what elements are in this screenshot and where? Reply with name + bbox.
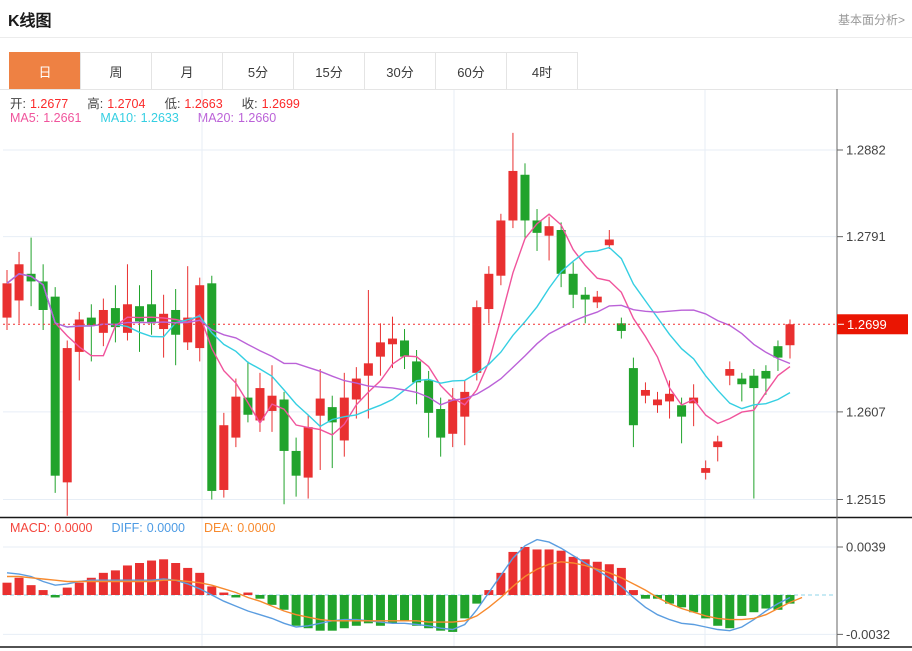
macd-bar [2,582,12,595]
candlestick-chart-area[interactable] [3,130,836,515]
macd-bar [50,595,60,598]
macd-bar [315,595,325,631]
macd-bar [556,550,566,595]
macd-bar [424,595,434,629]
axis-tick-label: 0.0039 [846,540,886,555]
macd-bar [255,595,265,599]
macd-bar [532,549,542,595]
macd-bar [26,585,36,595]
macd-bar [38,590,48,595]
macd-bar [592,561,602,595]
macd-bar [14,577,24,595]
macd-bar [363,595,373,624]
macd-bar [231,595,241,598]
macd-bar [291,595,301,626]
macd-bar [520,547,530,595]
axis-tick-label: 1.2791 [846,229,886,244]
macd-bar [448,595,458,632]
axis-tick-label: 1.2515 [846,492,886,507]
macd-bar [219,592,229,595]
axis-tick-label: -0.0032 [846,627,890,642]
macd-bar [387,595,397,624]
macd-bar [327,595,337,631]
macd-bar [713,595,723,626]
current-price-tag-label: 1.2699 [847,317,887,332]
macd-bar [339,595,349,629]
macd-bar [400,595,410,621]
macd-bar [640,595,650,599]
macd-bar [436,595,446,631]
macd-bar [303,595,313,629]
macd-bar [677,595,687,608]
macd-bar [472,595,482,604]
macd-bar [725,595,735,629]
macd-bar [98,572,108,595]
macd-bar [159,559,169,595]
macd-bar [74,582,84,595]
macd-bar [243,592,253,595]
macd-bar [110,570,120,595]
macd-bar [749,595,759,613]
macd-bar [135,563,145,595]
macd-bar [761,595,771,609]
macd-bar [737,595,747,616]
macd-bar [279,595,289,610]
axis-tick-label: 1.2882 [846,143,886,158]
macd-bar [460,595,470,619]
macd-bar [62,587,72,595]
macd-bar [171,563,181,595]
macd-bar [689,595,699,613]
macd-bar [267,595,277,605]
macd-bar [147,560,157,595]
axis-tick-label: 1.2607 [846,404,886,419]
macd-bar [616,567,626,595]
macd-bar [544,549,554,595]
